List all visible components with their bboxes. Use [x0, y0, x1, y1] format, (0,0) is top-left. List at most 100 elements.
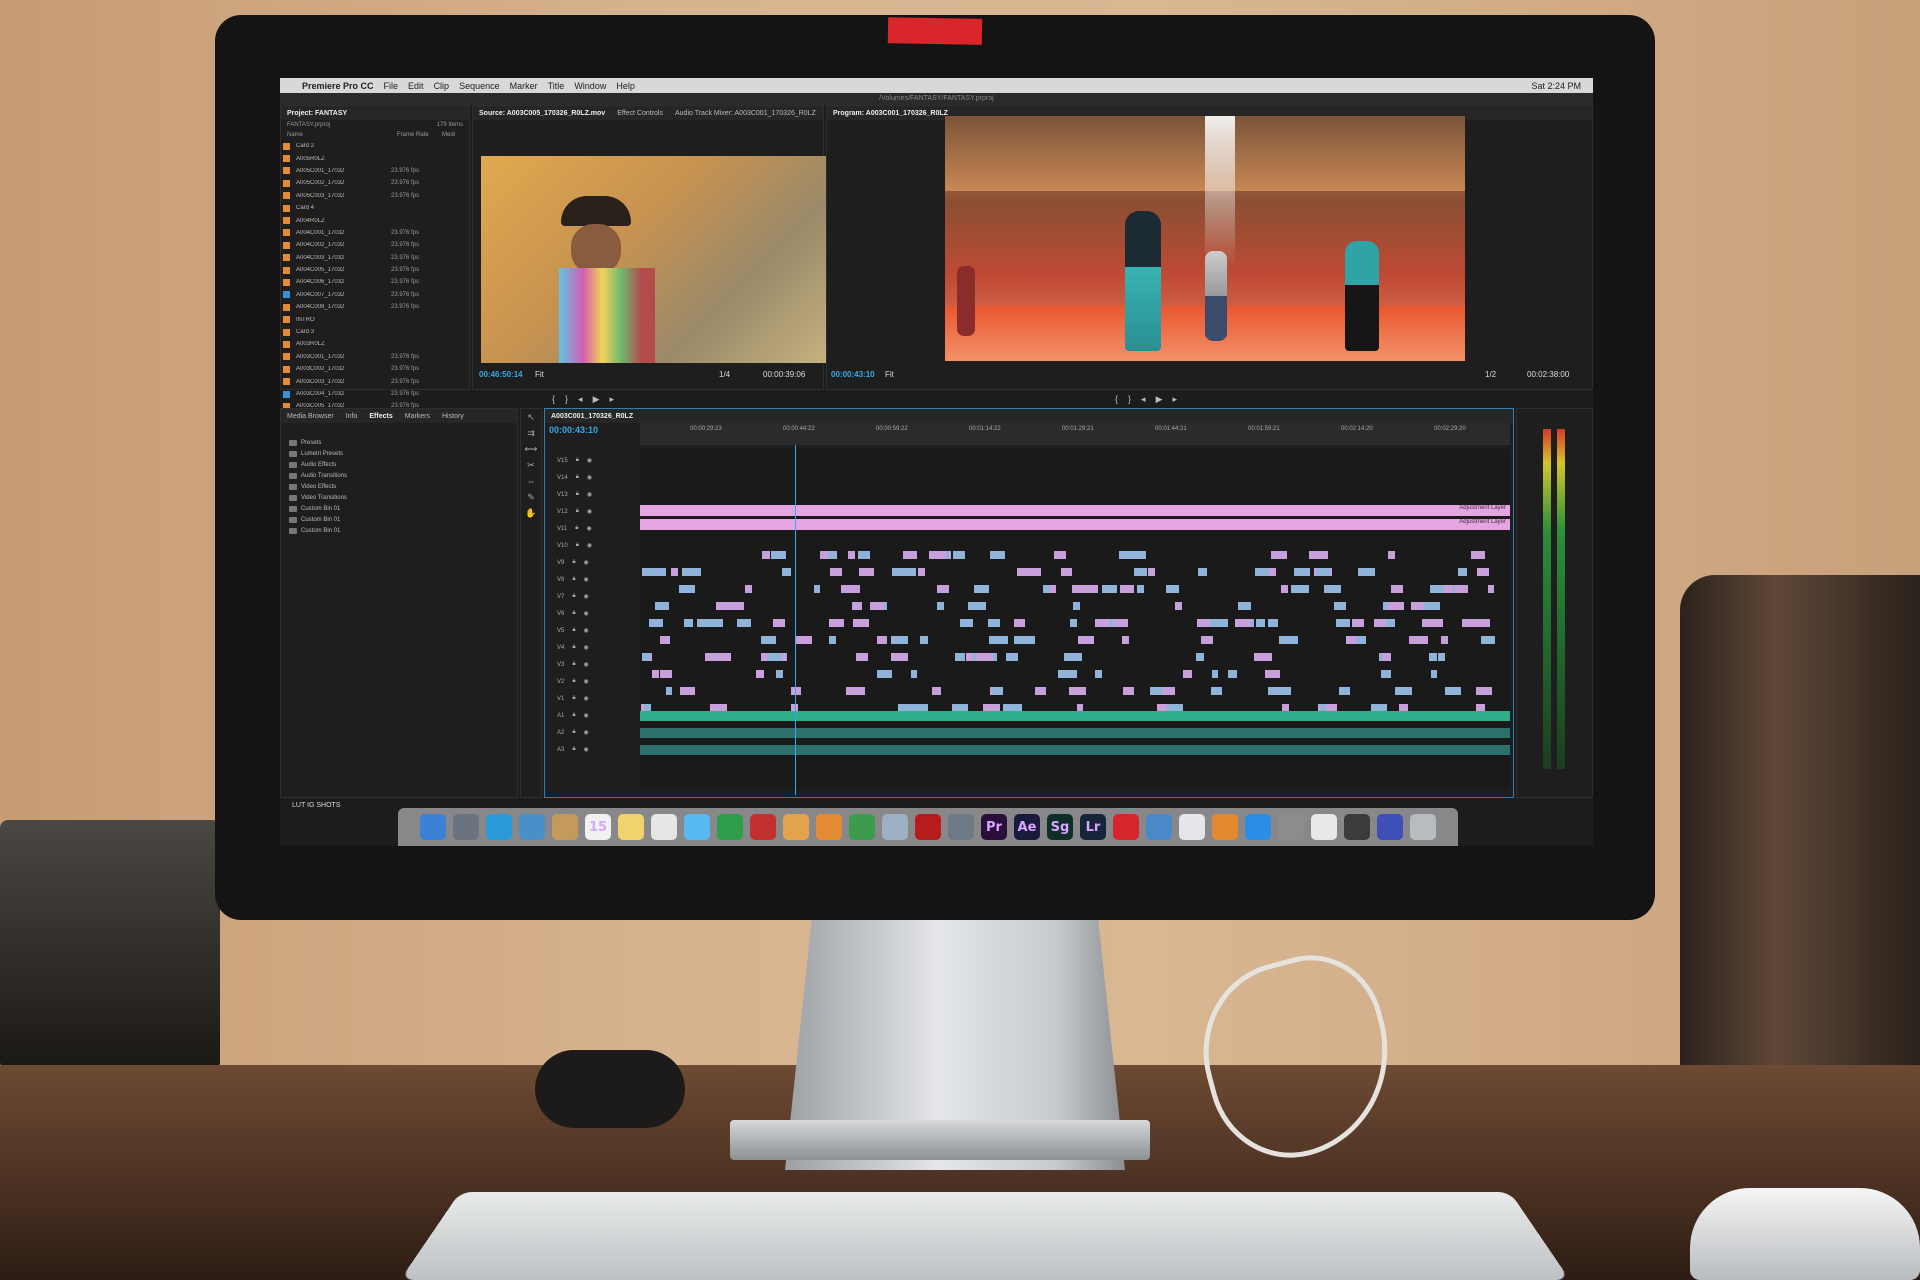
- keynote-icon[interactable]: [948, 814, 974, 840]
- effects-folder[interactable]: Lumetri Presets: [281, 448, 517, 459]
- video-clip[interactable]: [929, 551, 944, 559]
- video-clip[interactable]: [1309, 551, 1328, 559]
- video-clip[interactable]: [853, 619, 869, 627]
- video-clip[interactable]: [1006, 653, 1018, 661]
- eye-icon[interactable]: ◉: [584, 644, 589, 651]
- video-clip[interactable]: [918, 568, 925, 576]
- project-bin-row[interactable]: A004C007_17032 23.976 fps: [281, 289, 469, 301]
- video-clip[interactable]: [729, 602, 744, 610]
- eye-icon[interactable]: ◉: [587, 508, 592, 515]
- eye-icon[interactable]: ◉: [584, 746, 589, 753]
- project-bin-row[interactable]: A003C002_17032 23.976 fps: [281, 363, 469, 375]
- facetime-icon[interactable]: [717, 814, 743, 840]
- program-fit-select[interactable]: Fit: [885, 370, 894, 379]
- video-clip[interactable]: [968, 602, 986, 610]
- menu-clock[interactable]: Sat 2:24 PM: [1531, 81, 1593, 91]
- video-clip[interactable]: [1134, 568, 1147, 576]
- video-clip[interactable]: [937, 602, 944, 610]
- project-bin-row[interactable]: A003C004_17032 23.976 fps: [281, 388, 469, 400]
- track-header[interactable]: V7 🔒︎ ◉: [545, 591, 635, 602]
- desktop-folder-label[interactable]: LUT IG SHOTS: [292, 802, 341, 809]
- video-clip[interactable]: [828, 551, 836, 559]
- video-clip[interactable]: [1388, 602, 1404, 610]
- playhead[interactable]: [795, 445, 796, 795]
- video-clip[interactable]: [932, 687, 941, 695]
- video-clip[interactable]: [704, 619, 723, 627]
- video-clip[interactable]: [652, 670, 659, 678]
- video-clip[interactable]: [713, 653, 724, 661]
- video-clip[interactable]: [1209, 619, 1228, 627]
- lock-icon[interactable]: 🔒︎: [576, 474, 579, 481]
- video-clip[interactable]: [666, 687, 672, 695]
- video-clip[interactable]: [877, 636, 887, 644]
- track-header[interactable]: V5 🔒︎ ◉: [545, 625, 635, 636]
- video-clip[interactable]: [1201, 636, 1213, 644]
- video-clip[interactable]: [1100, 619, 1109, 627]
- eye-icon[interactable]: ◉: [584, 576, 589, 583]
- video-clip[interactable]: [830, 568, 842, 576]
- video-clip[interactable]: [1064, 653, 1082, 661]
- video-clip[interactable]: [856, 653, 868, 661]
- tab-effects[interactable]: Effects: [369, 413, 392, 420]
- video-clip[interactable]: [761, 636, 776, 644]
- video-clip[interactable]: [955, 653, 965, 661]
- lock-icon[interactable]: 🔒︎: [572, 644, 575, 651]
- audio-clip[interactable]: [640, 711, 1510, 721]
- photos-icon[interactable]: [783, 814, 809, 840]
- video-clip[interactable]: [858, 551, 870, 559]
- mark-out-icon[interactable]: }: [565, 394, 568, 405]
- photo-viewer-icon[interactable]: [1344, 814, 1370, 840]
- project-bin-row[interactable]: A004R0LZ: [281, 214, 469, 226]
- video-clip[interactable]: [1429, 653, 1437, 661]
- video-clip[interactable]: [1268, 619, 1278, 627]
- video-clip[interactable]: [1339, 687, 1350, 695]
- video-clip[interactable]: [1382, 653, 1391, 661]
- video-clip[interactable]: [777, 551, 784, 559]
- reminders-icon[interactable]: [651, 814, 677, 840]
- project-bin-row[interactable]: A005R0LZ: [281, 152, 469, 164]
- video-clip[interactable]: [761, 653, 767, 661]
- video-clip[interactable]: [1255, 568, 1269, 576]
- eye-icon[interactable]: ◉: [584, 678, 589, 685]
- video-clip[interactable]: [1197, 619, 1210, 627]
- video-clip[interactable]: [1211, 687, 1222, 695]
- video-clip[interactable]: [1458, 568, 1467, 576]
- video-clip[interactable]: [1198, 568, 1207, 576]
- eye-icon[interactable]: ◉: [584, 729, 589, 736]
- menu-help[interactable]: Help: [616, 81, 635, 91]
- video-clip[interactable]: [1438, 653, 1445, 661]
- video-clip[interactable]: [937, 585, 945, 593]
- numbers-icon[interactable]: [849, 814, 875, 840]
- audio-clip[interactable]: [640, 745, 1510, 755]
- contacts-icon[interactable]: [552, 814, 578, 840]
- program-resolution[interactable]: 1/2: [1485, 370, 1496, 379]
- app-menu[interactable]: Premiere Pro CC: [302, 81, 374, 91]
- video-clip[interactable]: [1488, 585, 1494, 593]
- video-clip[interactable]: [1069, 687, 1086, 695]
- video-clip[interactable]: [1137, 585, 1144, 593]
- adjustment-layer-clip[interactable]: Adjustment Layer: [640, 505, 1510, 516]
- video-clip[interactable]: [745, 585, 752, 593]
- video-clip[interactable]: [870, 602, 884, 610]
- video-clip[interactable]: [1424, 602, 1440, 610]
- video-clip[interactable]: [682, 568, 701, 576]
- track-header[interactable]: V15 🔒︎ ◉: [545, 455, 635, 466]
- creative-cloud-icon[interactable]: [1113, 814, 1139, 840]
- video-clip[interactable]: [795, 636, 812, 644]
- menu-window[interactable]: Window: [574, 81, 606, 91]
- video-clip[interactable]: [1122, 636, 1129, 644]
- lock-icon[interactable]: 🔒︎: [576, 491, 579, 498]
- video-clip[interactable]: [1374, 619, 1386, 627]
- tab-history[interactable]: History: [442, 413, 464, 420]
- tab-effect-controls[interactable]: Effect Controls: [617, 110, 663, 117]
- eye-icon[interactable]: ◉: [587, 491, 592, 498]
- video-clip[interactable]: [1254, 653, 1272, 661]
- ripple-edit-tool-icon[interactable]: ⟷: [521, 441, 541, 457]
- video-clip[interactable]: [859, 568, 874, 576]
- source-timecode[interactable]: 00:46:50:14: [479, 370, 523, 379]
- video-clip[interactable]: [1358, 568, 1375, 576]
- source-fit-select[interactable]: Fit: [535, 370, 544, 379]
- keynote-2-icon[interactable]: [1146, 814, 1172, 840]
- program-step-back-icon[interactable]: ◂: [1141, 394, 1146, 405]
- video-clip[interactable]: [960, 619, 973, 627]
